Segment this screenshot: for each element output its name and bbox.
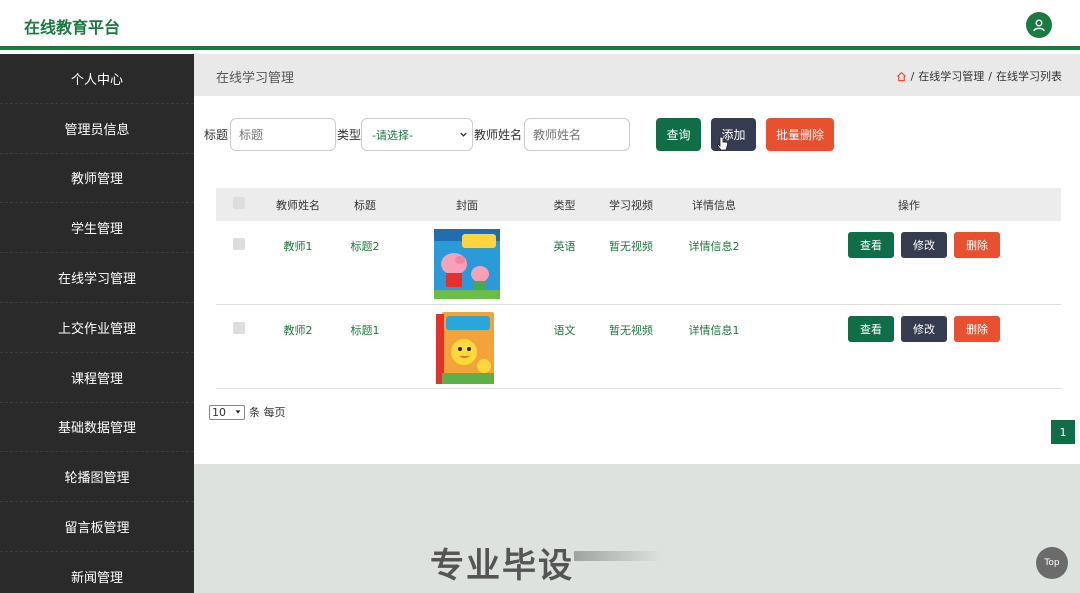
watermark-streak xyxy=(574,551,662,561)
page-size-suffix: 条 每页 xyxy=(249,406,286,419)
header-select-all[interactable] xyxy=(216,197,262,212)
header-video: 学习视频 xyxy=(609,198,653,212)
back-to-top-button[interactable]: Top xyxy=(1036,547,1068,579)
header-teacher: 教师姓名 xyxy=(276,198,320,212)
learning-table: 教师姓名 标题 封面 类型 学习视频 详情信息 操作 教师1 标题2 英语 暂无… xyxy=(216,188,1061,389)
teacher-label: 教师姓名 xyxy=(474,128,523,142)
edit-button[interactable]: 修改 xyxy=(901,316,947,342)
cell-type: 语文 xyxy=(553,324,576,337)
breadcrumb: / 在线学习管理 / 在线学习列表 xyxy=(896,68,1062,84)
page-size-value: 10 xyxy=(212,405,226,419)
page-size-select[interactable]: 10 xyxy=(209,404,245,420)
batch-delete-button[interactable]: 批量删除 xyxy=(766,118,835,151)
query-button[interactable]: 查询 xyxy=(656,118,702,151)
delete-button[interactable]: 删除 xyxy=(954,316,1000,342)
chevron-down-icon xyxy=(235,410,241,414)
app-title: 在线教育平台 xyxy=(24,18,121,37)
sidebar-item-homework[interactable]: 上交作业管理 xyxy=(0,303,194,353)
type-select-value: -请选择- xyxy=(372,128,413,142)
cell-detail: 详情信息1 xyxy=(688,324,740,337)
cell-teacher: 教师2 xyxy=(283,324,313,337)
sidebar-item-base-data[interactable]: 基础数据管理 xyxy=(0,403,194,453)
sidebar: 个人中心 管理员信息 教师管理 学生管理 在线学习管理 上交作业管理 课程管理 … xyxy=(0,54,194,593)
view-button[interactable]: 查看 xyxy=(848,232,894,258)
sidebar-item-course[interactable]: 课程管理 xyxy=(0,353,194,403)
breadcrumb-separator: / xyxy=(988,69,992,83)
table-row: 教师2 标题1 语文 暂无视频 详情信息1 查看 修改 删除 xyxy=(216,305,1061,389)
breadcrumb-separator: / xyxy=(910,69,915,83)
title-label: 标题 xyxy=(204,128,229,142)
top-header: 在线教育平台 xyxy=(0,0,1080,50)
select-all-checkbox[interactable] xyxy=(233,197,245,209)
duck-book-cover-image xyxy=(436,312,494,384)
watermark-text: 专业毕设 xyxy=(430,546,574,586)
cell-cover xyxy=(396,305,538,388)
home-icon[interactable] xyxy=(896,71,907,82)
header-actions: 操作 xyxy=(898,198,920,212)
user-avatar[interactable] xyxy=(1026,12,1052,38)
header-detail: 详情信息 xyxy=(692,198,736,212)
page-size-control: 10 条 每页 xyxy=(209,404,286,420)
sidebar-item-online-learning[interactable]: 在线学习管理 xyxy=(0,253,194,303)
row-checkbox[interactable] xyxy=(233,322,245,334)
view-button[interactable]: 查看 xyxy=(848,316,894,342)
cell-type: 英语 xyxy=(553,240,576,253)
cell-title: 标题1 xyxy=(350,324,380,337)
type-label: 类型 xyxy=(337,128,362,142)
chevron-down-icon xyxy=(460,132,467,137)
cell-video: 暂无视频 xyxy=(609,324,653,337)
cell-teacher: 教师1 xyxy=(283,240,313,253)
search-bar: 标题 类型 -请选择- 教师姓名 查询 添加 批量删除 xyxy=(204,118,835,151)
sidebar-item-student-management[interactable]: 学生管理 xyxy=(0,203,194,254)
sidebar-item-carousel[interactable]: 轮播图管理 xyxy=(0,452,194,503)
sidebar-item-personal-center[interactable]: 个人中心 xyxy=(0,54,194,104)
teacher-search-input[interactable] xyxy=(524,118,631,151)
sidebar-item-news[interactable]: 新闻管理 xyxy=(0,552,194,593)
type-select[interactable]: -请选择- xyxy=(361,118,474,151)
header-type: 类型 xyxy=(553,198,576,212)
content-panel: 标题 类型 -请选择- 教师姓名 查询 添加 批量删除 教师姓名 标题 封面 类… xyxy=(194,96,1080,464)
peppa-book-cover-image xyxy=(434,229,500,299)
cell-video: 暂无视频 xyxy=(609,240,653,253)
user-icon xyxy=(1033,19,1045,32)
page-button-current[interactable]: 1 xyxy=(1051,420,1075,444)
edit-button[interactable]: 修改 xyxy=(901,232,947,258)
sidebar-item-admin-info[interactable]: 管理员信息 xyxy=(0,104,194,154)
breadcrumb-item-list: 在线学习列表 xyxy=(996,70,1062,83)
page-title: 在线学习管理 xyxy=(216,71,295,86)
table-header: 教师姓名 标题 封面 类型 学习视频 详情信息 操作 xyxy=(216,188,1061,221)
sidebar-item-teacher-management[interactable]: 教师管理 xyxy=(0,154,194,204)
title-search-input[interactable] xyxy=(230,118,337,151)
main-content: 在线学习管理 / 在线学习管理 / 在线学习列表 标题 类型 -请选择- 教师姓… xyxy=(194,54,1080,593)
breadcrumb-bar: 在线学习管理 / 在线学习管理 / 在线学习列表 xyxy=(194,54,1080,96)
delete-button[interactable]: 删除 xyxy=(954,232,1000,258)
cell-cover xyxy=(396,221,538,304)
breadcrumb-item-online-learning[interactable]: 在线学习管理 xyxy=(918,68,984,84)
cell-title: 标题2 xyxy=(350,240,380,253)
table-row: 教师1 标题2 英语 暂无视频 详情信息2 查看 修改 删除 xyxy=(216,221,1061,305)
header-title: 标题 xyxy=(354,198,376,212)
row-checkbox[interactable] xyxy=(233,238,245,250)
mouse-cursor-icon xyxy=(717,136,728,151)
cell-detail: 详情信息2 xyxy=(688,240,740,253)
header-cover: 封面 xyxy=(456,198,478,212)
sidebar-item-message-board[interactable]: 留言板管理 xyxy=(0,502,194,552)
